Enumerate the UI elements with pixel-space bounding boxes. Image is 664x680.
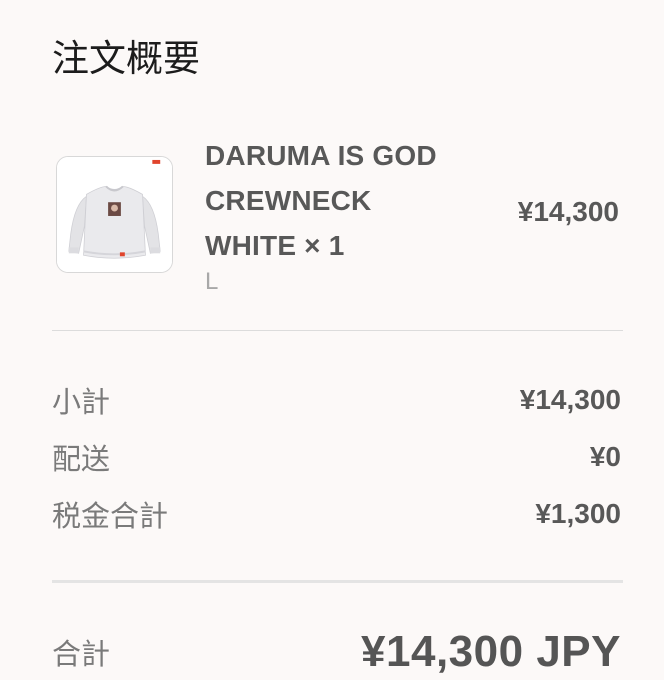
product-name-line-3: WHITE × 1 (205, 230, 345, 261)
total-label: 合計 (52, 637, 111, 671)
product-price: ¥14,300 (517, 196, 619, 227)
total-row: 合計 ¥14,300 JPY (52, 622, 621, 680)
divider (52, 580, 623, 583)
subtotal-row: 小計 ¥14,300 (52, 380, 621, 420)
shipping-label: 配送 (52, 442, 111, 476)
order-summary-page: 注文概要 DARUMA IS GOD CREWNECK WHITE × 1 L … (0, 0, 664, 680)
product-name-line-2: CREWNECK (205, 185, 372, 216)
shipping-value: ¥0 (589, 441, 621, 472)
tax-value: ¥1,300 (535, 498, 621, 529)
shipping-row: 配送 ¥0 (52, 437, 621, 477)
product-thumbnail[interactable] (56, 156, 173, 273)
tax-row: 税金合計 ¥1,300 (52, 494, 621, 534)
page-title: 注文概要 (52, 37, 200, 80)
divider (52, 330, 623, 331)
tax-label: 税金合計 (52, 499, 169, 533)
product-name-line-1: DARUMA IS GOD (205, 140, 437, 171)
subtotal-label: 小計 (52, 385, 111, 419)
product-name[interactable]: DARUMA IS GOD CREWNECK WHITE × 1 (205, 133, 480, 268)
product-variant: L (205, 268, 219, 295)
sweatshirt-icon (57, 157, 172, 272)
subtotal-value: ¥14,300 (519, 384, 621, 415)
total-value: ¥14,300 JPY (361, 627, 621, 676)
